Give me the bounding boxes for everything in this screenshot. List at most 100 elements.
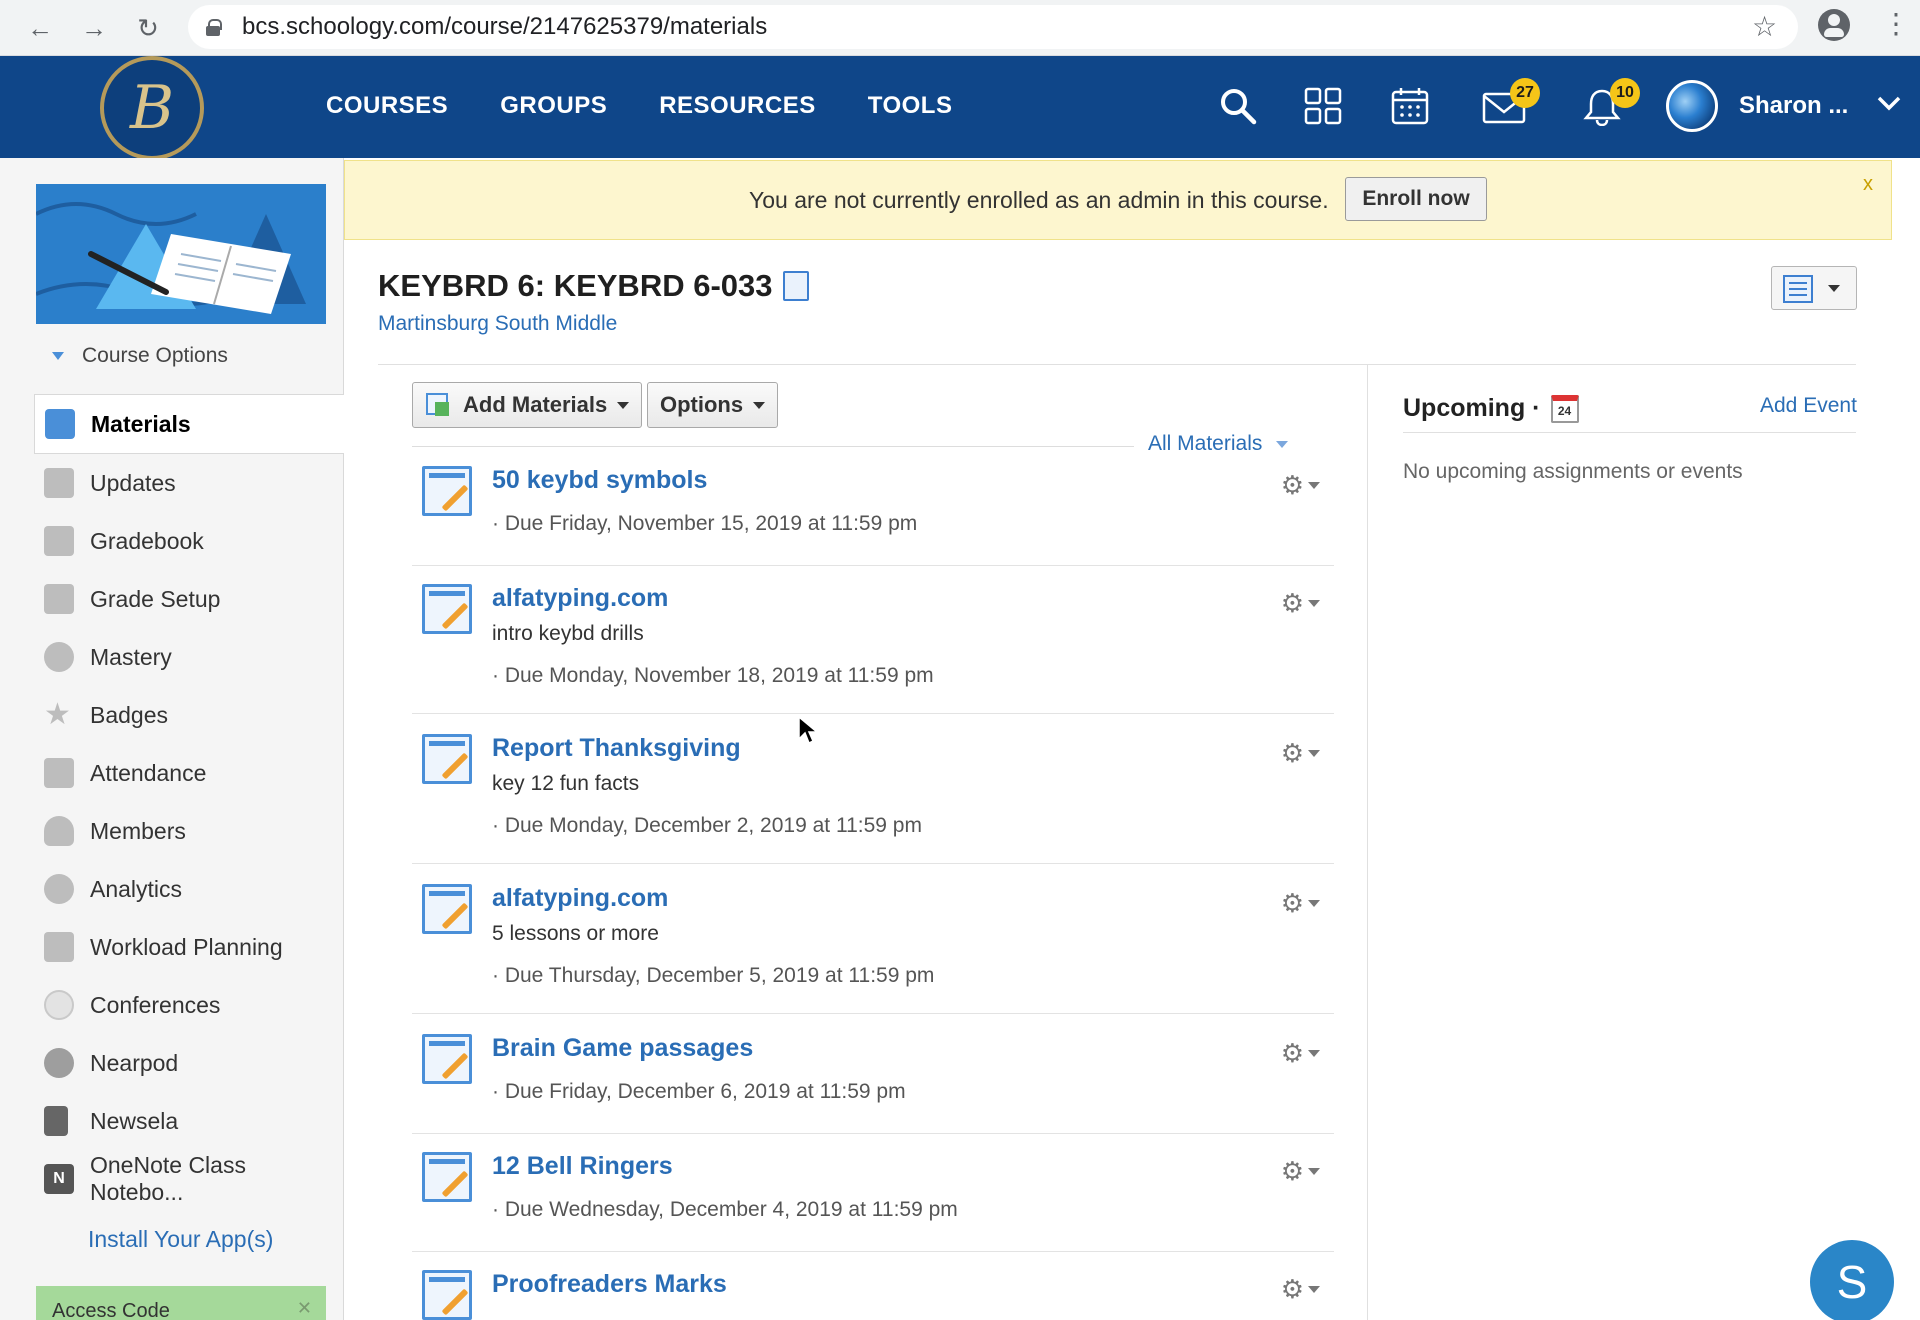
sidebar-item-label: Workload Planning (90, 933, 283, 960)
upcoming-empty-message: No upcoming assignments or events (1403, 460, 1743, 483)
list-item[interactable]: alfatyping.com intro keybd drills · Due … (412, 570, 1334, 714)
gear-menu[interactable]: ⚙ (1281, 1274, 1320, 1305)
chat-support-button[interactable]: S (1810, 1240, 1894, 1320)
gear-menu[interactable]: ⚙ (1281, 1156, 1320, 1187)
add-materials-label: Add Materials (463, 392, 608, 417)
gear-menu[interactable]: ⚙ (1281, 738, 1320, 769)
options-button[interactable]: Options (647, 382, 779, 428)
course-options-toggle[interactable]: Course Options (52, 344, 228, 368)
sidebar-item-nearpod[interactable]: Nearpod (34, 1034, 344, 1092)
banner-close-button[interactable]: x (1863, 173, 1873, 196)
user-avatar[interactable] (1666, 80, 1718, 132)
course-school-link[interactable]: Martinsburg South Middle (378, 312, 617, 336)
sidebar-item-updates[interactable]: Updates (34, 454, 344, 512)
browser-menu-icon[interactable]: ⋮ (1882, 10, 1910, 38)
gear-menu[interactable]: ⚙ (1281, 470, 1320, 501)
banner-message: You are not currently enrolled as an adm… (749, 187, 1329, 213)
course-options-label: Course Options (82, 344, 228, 367)
material-due: · Due Monday, December 2, 2019 at 11:59 … (492, 814, 922, 837)
browser-toolbar: ← → ↻ bcs.schoology.com/course/214762537… (0, 0, 1920, 56)
sidebar-item-newsela[interactable]: Newsela (34, 1092, 344, 1150)
gear-icon: ⚙ (1280, 1038, 1304, 1068)
options-label: Options (660, 392, 744, 417)
url-text: bcs.schoology.com/course/2147625379/mate… (242, 13, 768, 40)
list-item[interactable]: 12 Bell Ringers · Due Wednesday, Decembe… (412, 1138, 1334, 1252)
sidebar-item-badges[interactable]: ★ Badges (34, 686, 344, 744)
material-title[interactable]: Brain Game passages (492, 1034, 753, 1063)
material-title[interactable]: alfatyping.com (492, 884, 668, 913)
column-divider (1367, 364, 1368, 1320)
main-nav-links: COURSES GROUPS RESOURCES TOOLS (326, 92, 952, 120)
sidebar-item-materials[interactable]: Materials (34, 394, 344, 454)
sidebar-item-members[interactable]: Members (34, 802, 344, 860)
nav-groups[interactable]: GROUPS (500, 92, 607, 120)
notebook-icon[interactable] (782, 271, 809, 301)
calendar-icon[interactable]: 24 (1550, 394, 1579, 423)
gear-menu[interactable]: ⚙ (1281, 888, 1320, 919)
attendance-icon (44, 758, 74, 788)
messages-button[interactable]: 27 (1482, 78, 1540, 126)
forward-arrow-icon[interactable]: → (76, 10, 112, 46)
nav-resources[interactable]: RESOURCES (659, 92, 816, 120)
list-item[interactable]: Proofreaders Marks ⚙ (412, 1256, 1334, 1320)
list-item[interactable]: Brain Game passages · Due Friday, Decemb… (412, 1020, 1334, 1134)
list-item[interactable]: Report Thanksgiving key 12 fun facts · D… (412, 720, 1334, 864)
material-description: 5 lessons or more (492, 922, 659, 945)
material-title[interactable]: Report Thanksgiving (492, 734, 741, 763)
access-code-panel[interactable]: Access Code ✕ (36, 1286, 326, 1320)
material-title[interactable]: 50 keybd symbols (492, 466, 707, 495)
enroll-now-button[interactable]: Enroll now (1345, 177, 1487, 221)
add-materials-button[interactable]: Add Materials (412, 382, 643, 428)
browser-profile-icon[interactable] (1818, 9, 1850, 41)
gear-icon: ⚙ (1280, 1274, 1304, 1304)
gear-menu[interactable]: ⚙ (1281, 588, 1320, 619)
sidebar-item-gradebook[interactable]: Gradebook (34, 512, 344, 570)
search-icon[interactable] (1218, 86, 1258, 126)
upcoming-heading: Upcoming · 24 (1403, 394, 1579, 423)
nav-courses[interactable]: COURSES (326, 92, 448, 120)
messages-badge: 27 (1510, 78, 1540, 108)
chevron-down-icon[interactable] (1876, 90, 1902, 116)
address-bar[interactable]: bcs.schoology.com/course/2147625379/mate… (188, 5, 1798, 49)
gear-menu[interactable]: ⚙ (1281, 1038, 1320, 1069)
course-title-text: KEYBRD 6: KEYBRD 6-033 (378, 268, 773, 303)
notifications-button[interactable]: 10 (1582, 78, 1640, 127)
apps-grid-icon[interactable] (1303, 86, 1343, 126)
lock-icon (206, 18, 222, 36)
back-arrow-icon[interactable]: ← (22, 10, 58, 46)
sidebar-item-onenote[interactable]: N OneNote Class Notebo... (34, 1150, 344, 1208)
mastery-icon (44, 642, 74, 672)
school-logo[interactable]: B (100, 56, 204, 160)
sidebar-item-conferences[interactable]: Conferences (34, 976, 344, 1034)
list-item[interactable]: alfatyping.com 5 lessons or more · Due T… (412, 870, 1334, 1014)
sidebar-item-label: Updates (90, 469, 176, 496)
nearpod-icon (44, 1048, 74, 1078)
material-description: intro keybd drills (492, 622, 644, 645)
sidebar-item-workload-planning[interactable]: Workload Planning (34, 918, 344, 976)
material-title[interactable]: 12 Bell Ringers (492, 1152, 673, 1181)
upcoming-title-text: Upcoming · (1403, 394, 1541, 422)
assignment-icon (422, 1034, 472, 1084)
nav-tools[interactable]: TOOLS (868, 92, 953, 120)
materials-icon (45, 409, 75, 439)
reload-icon[interactable]: ↻ (130, 10, 166, 46)
sidebar-item-grade-setup[interactable]: Grade Setup (34, 570, 344, 628)
list-item[interactable]: 50 keybd symbols · Due Friday, November … (412, 452, 1334, 566)
material-title[interactable]: alfatyping.com (492, 584, 668, 613)
install-apps-link[interactable]: Install Your App(s) (88, 1226, 273, 1253)
onenote-icon: N (44, 1164, 74, 1194)
calendar-icon[interactable] (1390, 86, 1430, 126)
sidebar-item-analytics[interactable]: Analytics (34, 860, 344, 918)
material-title[interactable]: Proofreaders Marks (492, 1270, 727, 1299)
close-icon[interactable]: ✕ (297, 1298, 312, 1319)
divider (378, 364, 1856, 365)
user-name[interactable]: Sharon ... (1739, 92, 1848, 120)
mouse-cursor-icon (798, 715, 819, 745)
caret-down-icon (1308, 1286, 1320, 1293)
sidebar-item-mastery[interactable]: Mastery (34, 628, 344, 686)
add-event-link[interactable]: Add Event (1760, 394, 1857, 418)
bookmark-star-icon[interactable]: ☆ (1752, 10, 1777, 43)
course-view-dropdown[interactable] (1771, 266, 1857, 310)
gear-icon: ⚙ (1280, 1156, 1304, 1186)
sidebar-item-attendance[interactable]: Attendance (34, 744, 344, 802)
